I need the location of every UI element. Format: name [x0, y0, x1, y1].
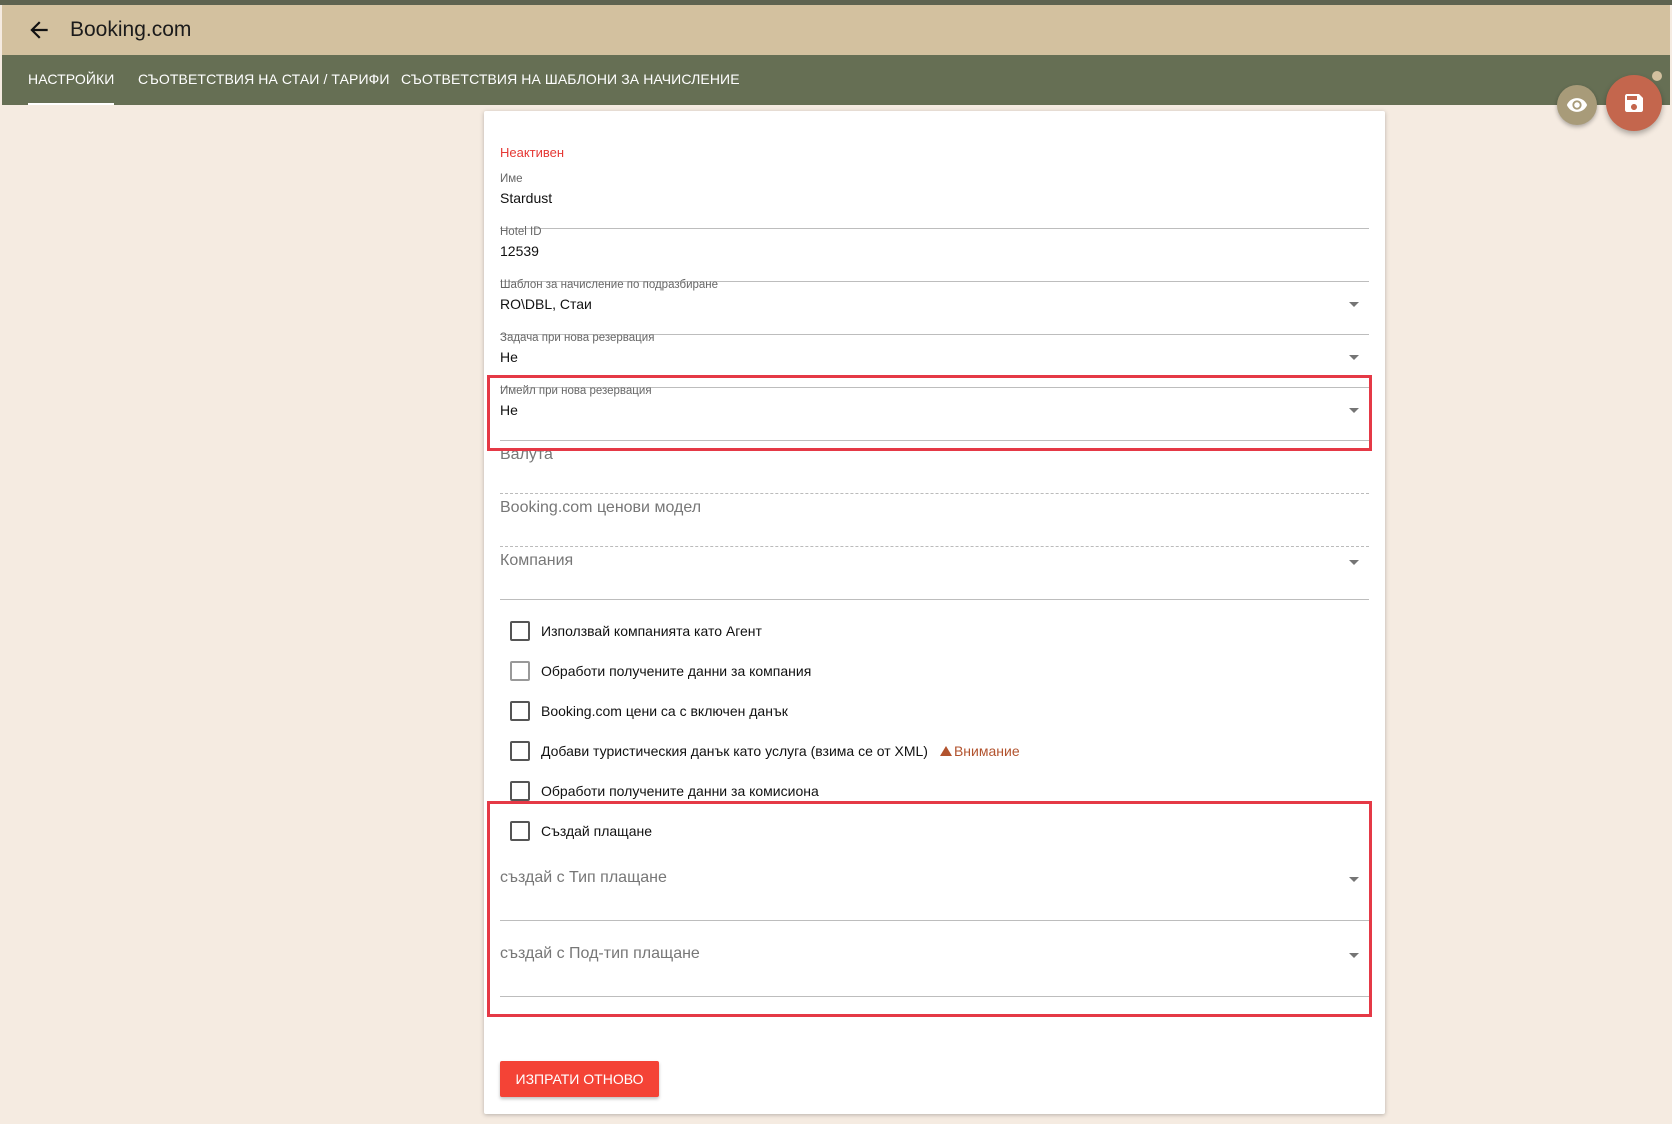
- name-value: Stardust: [500, 190, 553, 206]
- use-company-as-agent-label: Използвай компанията като Агент: [541, 623, 762, 639]
- add-tourist-tax-checkbox[interactable]: [510, 741, 530, 761]
- page-title: Booking.com: [70, 18, 192, 41]
- field-underline: [500, 599, 1369, 600]
- chevron-down-icon: [1349, 408, 1359, 413]
- email-new-reservation-label: Имейл при нова резервация: [500, 385, 652, 397]
- company-select[interactable]: Компания: [500, 544, 1369, 600]
- create-payment-label: Създай плащане: [541, 823, 652, 839]
- chevron-down-icon: [1349, 302, 1359, 307]
- field-underline: [500, 920, 1369, 921]
- arrow-left-icon: [30, 21, 48, 39]
- process-commission-label: Обработи получените данни за комисиона: [541, 783, 819, 799]
- task-new-reservation-value: Не: [500, 349, 518, 365]
- default-template-label: Шаблон за начисление по подразбиране: [500, 279, 719, 291]
- tab-room-rate-mappings[interactable]: СЪОТВЕТСТВИЯ НА СТАИ / ТАРИФИ: [138, 55, 390, 105]
- chevron-down-icon: [1349, 953, 1359, 958]
- payment-subtype-select[interactable]: създай с Под-тип плащане: [500, 933, 1369, 997]
- email-new-reservation-select[interactable]: Имейл при нова резервация Не: [500, 385, 1369, 441]
- tab-charge-template-mappings[interactable]: СЪОТВЕТСТВИЯ НА ШАБЛОНИ ЗА НАЧИСЛЕНИЕ: [401, 55, 740, 105]
- checkbox-row-create-payment: Създай плащане: [510, 819, 652, 843]
- floppy-disk-icon: [1625, 94, 1643, 112]
- hotel-id-label: Hotel ID: [500, 226, 542, 238]
- hotel-id-value: 12539: [500, 243, 539, 259]
- name-field[interactable]: Име Stardust: [500, 173, 1369, 229]
- status-label: Неактивен: [500, 145, 565, 160]
- chevron-down-icon: [1349, 355, 1359, 360]
- preview-button[interactable]: [1557, 85, 1597, 125]
- field-underline: [500, 996, 1369, 997]
- warning-link[interactable]: Внимание: [939, 743, 1020, 759]
- unsaved-indicator-dot: [1652, 71, 1662, 81]
- prices-include-tax-checkbox[interactable]: [510, 701, 530, 721]
- payment-type-placeholder: създай с Тип плащане: [500, 869, 667, 886]
- hotel-id-field[interactable]: Hotel ID 12539: [500, 226, 1369, 282]
- warning-icon: [939, 746, 952, 756]
- create-payment-checkbox[interactable]: [510, 821, 530, 841]
- eye-icon: [1566, 98, 1588, 112]
- task-new-reservation-label: Задача при нова резервация: [500, 332, 655, 344]
- price-model-placeholder: Booking.com ценови модел: [500, 499, 702, 516]
- company-placeholder: Компания: [500, 552, 574, 569]
- resend-button[interactable]: ИЗПРАТИ ОТНОВО: [500, 1061, 659, 1097]
- back-button[interactable]: [26, 17, 52, 43]
- currency-placeholder: Валута: [500, 446, 553, 463]
- checkbox-row-tourist-tax: Добави туристическия данък като услуга (…: [510, 739, 1020, 763]
- add-tourist-tax-label: Добави туристическия данък като услуга (…: [541, 743, 928, 759]
- process-company-data-label: Обработи получените данни за компания: [541, 663, 812, 679]
- payment-type-select[interactable]: създай с Тип плащане: [500, 857, 1369, 921]
- save-button[interactable]: [1606, 75, 1662, 131]
- warning-text: Внимание: [953, 743, 1020, 759]
- default-template-select[interactable]: Шаблон за начисление по подразбиране RO\…: [500, 279, 1369, 335]
- prices-include-tax-label: Booking.com цени са с включен данък: [541, 703, 788, 719]
- email-new-reservation-value: Не: [500, 402, 518, 418]
- tab-settings[interactable]: НАСТРОЙКИ: [28, 55, 115, 105]
- chevron-down-icon: [1349, 560, 1359, 565]
- settings-form-card: Неактивен Име Stardust Hotel ID 12539 Ша…: [484, 111, 1385, 1114]
- checkbox-row-commission: Обработи получените данни за комисиона: [510, 779, 819, 803]
- process-commission-checkbox[interactable]: [510, 781, 530, 801]
- payment-subtype-placeholder: създай с Под-тип плащане: [500, 945, 700, 962]
- chevron-down-icon: [1349, 877, 1359, 882]
- process-company-data-checkbox[interactable]: [510, 661, 530, 681]
- price-model-field[interactable]: Booking.com ценови модел: [500, 491, 1369, 547]
- name-label: Име: [500, 173, 523, 185]
- checkbox-row-company-data: Обработи получените данни за компания: [510, 659, 811, 683]
- tab-bar: НАСТРОЙКИ СЪОТВЕТСТВИЯ НА СТАИ / ТАРИФИ …: [2, 55, 1670, 105]
- use-company-as-agent-checkbox[interactable]: [510, 621, 530, 641]
- default-template-value: RO\DBL, Стаи: [500, 296, 592, 312]
- checkbox-row-prices-tax: Booking.com цени са с включен данък: [510, 699, 788, 723]
- checkbox-row-company-agent: Използвай компанията като Агент: [510, 619, 762, 643]
- currency-field[interactable]: Валута: [500, 438, 1369, 494]
- app-header: Booking.com: [2, 5, 1670, 55]
- task-new-reservation-select[interactable]: Задача при нова резервация Не: [500, 332, 1369, 388]
